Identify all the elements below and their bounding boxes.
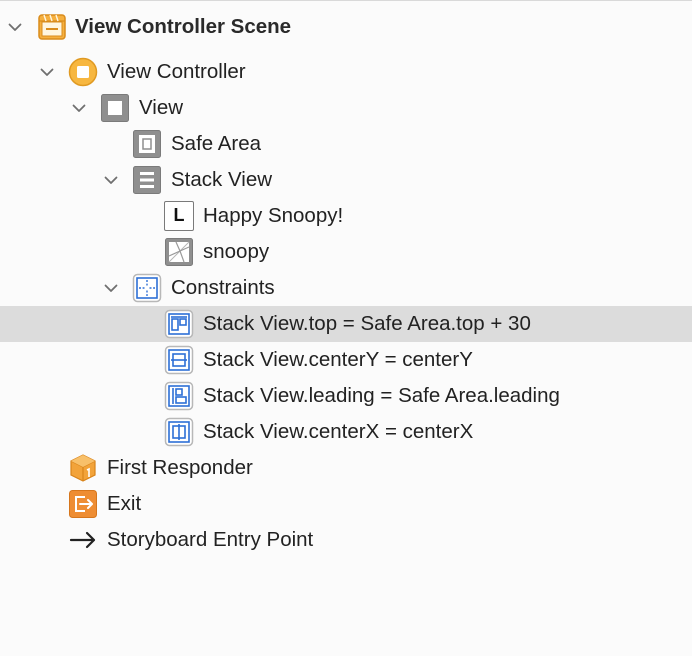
outline-row-constraint-top[interactable]: Stack View.top = Safe Area.top + 30: [0, 306, 692, 342]
label-icon: L: [164, 201, 194, 231]
constraint-icon: [164, 417, 194, 447]
exit-label: Exit: [107, 492, 142, 515]
outline-row-constraint-center-y[interactable]: Stack View.centerY = centerY: [0, 342, 692, 378]
outline-row-exit[interactable]: Exit: [0, 486, 692, 522]
stack-view-label: Stack View: [171, 168, 273, 191]
chevron-down-icon[interactable]: [39, 64, 55, 80]
constraint-icon: [164, 345, 194, 375]
outline-row-constraint-leading[interactable]: Stack View.leading = Safe Area.leading: [0, 378, 692, 414]
constraint-center-y-label: Stack View.centerY = centerY: [203, 348, 473, 371]
safe-area-icon: [132, 129, 162, 159]
view-controller-icon: [68, 57, 98, 87]
constraint-top-label: Stack View.top = Safe Area.top + 30: [203, 312, 531, 335]
constraint-icon: [164, 309, 194, 339]
storyboard-entry-point-label: Storyboard Entry Point: [107, 528, 314, 551]
outline-row-scene[interactable]: View Controller Scene: [0, 9, 692, 45]
constraint-center-x-label: Stack View.centerX = centerX: [203, 420, 474, 443]
constraint-icon: [164, 381, 194, 411]
view-controller-label: View Controller: [107, 60, 246, 83]
snoopy-image-label: snoopy: [203, 240, 270, 263]
outline-row-image-snoopy[interactable]: snoopy: [0, 234, 692, 270]
outline-row-stack-view[interactable]: Stack View: [0, 162, 692, 198]
view-icon: [100, 93, 130, 123]
top-divider: [0, 0, 692, 1]
first-responder-icon: [68, 453, 98, 483]
chevron-down-icon[interactable]: [103, 280, 119, 296]
constraints-label: Constraints: [171, 276, 275, 299]
stack-view-icon: [132, 165, 162, 195]
outline-row-view-controller[interactable]: View Controller: [0, 54, 692, 90]
outline-row-safe-area[interactable]: Safe Area: [0, 126, 692, 162]
outline-row-storyboard-entry-point[interactable]: Storyboard Entry Point: [0, 522, 692, 558]
scene-title: View Controller Scene: [75, 15, 292, 38]
arrow-right-icon: [68, 525, 98, 555]
outline-row-constraints[interactable]: Constraints: [0, 270, 692, 306]
chevron-down-icon[interactable]: [71, 100, 87, 116]
chevron-down-icon[interactable]: [7, 19, 23, 35]
outline-row-constraint-center-x[interactable]: Stack View.centerX = centerX: [0, 414, 692, 450]
outline-row-view[interactable]: View: [0, 90, 692, 126]
view-label: View: [139, 96, 184, 119]
first-responder-label: First Responder: [107, 456, 253, 479]
chevron-down-icon[interactable]: [103, 172, 119, 188]
constraints-icon: [132, 273, 162, 303]
exit-icon: [68, 489, 98, 519]
constraint-leading-label: Stack View.leading = Safe Area.leading: [203, 384, 560, 407]
image-icon: [164, 237, 194, 267]
outline-row-label-happy-snoopy[interactable]: L Happy Snoopy!: [0, 198, 692, 234]
document-outline: View Controller Scene View Controller Vi…: [0, 0, 692, 656]
happy-snoopy-label: Happy Snoopy!: [203, 204, 344, 227]
safe-area-label: Safe Area: [171, 132, 262, 155]
scene-icon: [37, 12, 67, 42]
outline-row-first-responder[interactable]: First Responder: [0, 450, 692, 486]
